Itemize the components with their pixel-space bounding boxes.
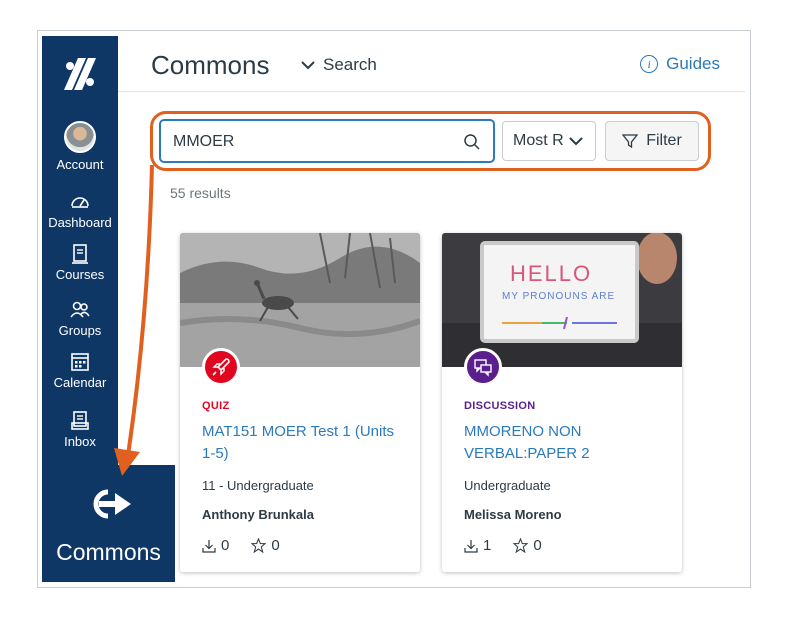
guides-label: Guides xyxy=(666,54,720,73)
card-type: DISCUSSION xyxy=(464,400,536,412)
resource-card[interactable]: HELLO MY PRONOUNS ARE DISCUSSION MMORENO… xyxy=(442,233,682,572)
downloads-stat: 1 xyxy=(464,537,491,554)
search-toggle-button[interactable]: Search xyxy=(301,55,377,75)
card-thumbnail-image: HELLO MY PRONOUNS ARE xyxy=(442,233,682,367)
courses-icon xyxy=(72,244,88,264)
card-title-link[interactable]: MAT151 MOER Test 1 (Units 1-5) xyxy=(202,421,407,465)
card-type: QUIZ xyxy=(202,400,230,412)
dashboard-icon xyxy=(71,197,89,208)
sort-select-value: Most R xyxy=(513,132,564,149)
nav-calendar-label: Calendar xyxy=(53,375,107,390)
card-author: Melissa Moreno xyxy=(464,507,562,522)
commons-icon xyxy=(93,489,131,519)
resource-card[interactable]: QUIZ MAT151 MOER Test 1 (Units 1-5) 11 -… xyxy=(180,233,420,572)
favorites-stat: 0 xyxy=(251,537,280,554)
search-box xyxy=(159,119,495,163)
nav-courses[interactable]: Courses xyxy=(42,243,118,282)
calendar-icon xyxy=(71,353,89,371)
card-grade: 11 - Undergraduate xyxy=(202,478,314,493)
guides-link[interactable]: i Guides xyxy=(640,54,720,74)
card-stats: 0 0 xyxy=(202,537,280,554)
card-title-link[interactable]: MMORENO NON VERBAL:PAPER 2 xyxy=(464,421,669,465)
card-author: Anthony Brunkala xyxy=(202,507,314,522)
search-icon[interactable] xyxy=(463,133,481,151)
filter-icon xyxy=(622,134,639,149)
filter-button-label: Filter xyxy=(646,132,682,149)
nav-groups[interactable]: Groups xyxy=(42,299,118,338)
downloads-stat: 0 xyxy=(202,537,229,554)
groups-icon xyxy=(70,301,90,318)
downloads-count: 0 xyxy=(221,537,230,554)
downloads-count: 1 xyxy=(483,537,492,554)
svg-text:HELLO: HELLO xyxy=(510,261,592,286)
card-thumbnail-image xyxy=(180,233,420,367)
nav-groups-label: Groups xyxy=(58,323,102,338)
filter-button[interactable]: Filter xyxy=(605,121,699,161)
avatar xyxy=(64,121,96,153)
nav-account-label: Account xyxy=(56,157,104,172)
commons-header: Commons Search i Guides xyxy=(118,36,745,92)
discussion-badge xyxy=(464,348,502,386)
nav-inbox[interactable]: Inbox xyxy=(42,410,118,449)
info-icon: i xyxy=(640,55,659,73)
nav-commons-label: Commons xyxy=(56,539,161,565)
nav-commons[interactable]: Commons xyxy=(42,465,175,582)
results-count: 55 results xyxy=(170,185,231,201)
chevron-down-icon xyxy=(301,61,315,70)
star-icon xyxy=(513,538,529,553)
nav-dashboard-label: Dashboard xyxy=(48,215,112,230)
chevron-down-icon xyxy=(569,137,583,146)
search-input[interactable] xyxy=(173,131,453,153)
favorites-stat: 0 xyxy=(513,537,542,554)
canvas-logo-icon[interactable] xyxy=(60,54,100,94)
favorites-count: 0 xyxy=(271,537,280,554)
quiz-badge xyxy=(202,348,240,386)
card-stats: 1 0 xyxy=(464,537,542,554)
nav-dashboard[interactable]: Dashboard xyxy=(42,191,118,230)
download-icon xyxy=(202,539,216,553)
inbox-icon xyxy=(71,411,89,430)
nav-calendar[interactable]: Calendar xyxy=(42,351,118,390)
page-title: Commons xyxy=(151,50,270,80)
download-icon xyxy=(464,539,478,553)
rocket-icon xyxy=(212,358,230,376)
sort-select[interactable]: Most R xyxy=(502,121,596,161)
svg-text:MY PRONOUNS ARE: MY PRONOUNS ARE xyxy=(502,291,615,302)
favorites-count: 0 xyxy=(533,537,542,554)
nav-inbox-label: Inbox xyxy=(64,434,96,449)
card-grade: Undergraduate xyxy=(464,478,551,493)
discussion-icon xyxy=(474,359,492,377)
nav-courses-label: Courses xyxy=(55,267,105,282)
star-icon xyxy=(251,538,267,553)
search-toggle-label: Search xyxy=(323,55,377,74)
nav-account[interactable]: Account xyxy=(42,121,118,172)
